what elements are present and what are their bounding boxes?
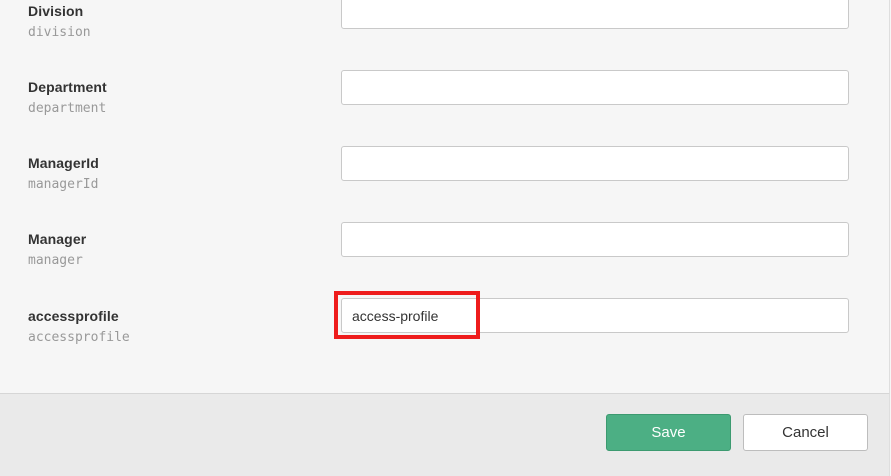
save-button[interactable]: Save xyxy=(606,414,731,451)
managerid-input[interactable] xyxy=(341,146,849,181)
field-label: Manager xyxy=(28,231,87,247)
field-label: ManagerId xyxy=(28,155,99,171)
field-key: managerId xyxy=(28,177,99,192)
field-key: division xyxy=(28,25,91,40)
field-label: Division xyxy=(28,3,84,19)
form-footer: Save Cancel xyxy=(0,393,890,476)
department-input[interactable] xyxy=(341,70,849,105)
manager-input[interactable] xyxy=(341,222,849,257)
attribute-form: Division division Department department … xyxy=(0,0,890,393)
field-key: department xyxy=(28,101,107,116)
field-label: accessprofile xyxy=(28,308,119,324)
field-key: manager xyxy=(28,253,83,268)
field-key: accessprofile xyxy=(28,330,130,345)
division-input[interactable] xyxy=(341,0,849,29)
accessprofile-input[interactable] xyxy=(341,298,849,333)
cancel-button[interactable]: Cancel xyxy=(743,414,868,451)
field-label: Department xyxy=(28,79,107,95)
